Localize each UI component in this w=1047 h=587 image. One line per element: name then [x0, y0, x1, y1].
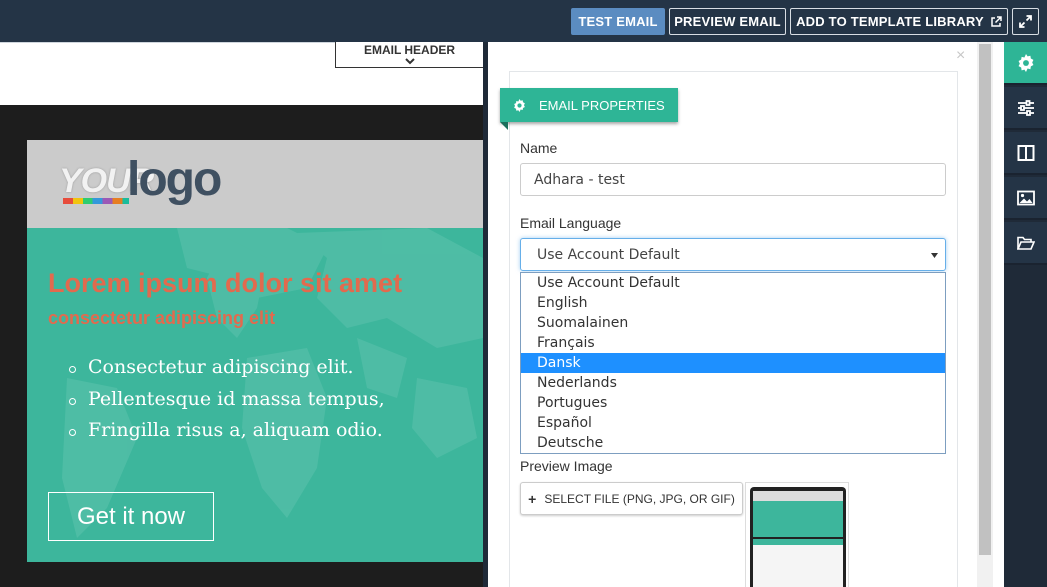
- language-option[interactable]: Deutsche: [521, 433, 945, 453]
- logo-block[interactable]: YOUR logo: [27, 140, 483, 228]
- language-option[interactable]: Portugues: [521, 393, 945, 413]
- list-item: Fringilla risus a, aliquam odio.: [67, 419, 385, 451]
- test-email-button[interactable]: TEST EMAIL: [571, 8, 665, 35]
- hero-subtitle: consectetur adipiscing elit: [48, 308, 276, 328]
- language-option[interactable]: English: [521, 293, 945, 313]
- add-to-template-library-button[interactable]: ADD TO TEMPLATE LIBRARY: [790, 8, 1008, 35]
- language-option[interactable]: Español: [521, 413, 945, 433]
- hero-title: Lorem ipsum dolor sit amet: [48, 268, 403, 298]
- preview-email-button[interactable]: PREVIEW EMAIL: [669, 8, 786, 35]
- expand-icon: [1019, 15, 1032, 28]
- language-option-highlighted[interactable]: Dansk: [521, 353, 945, 373]
- folder-open-icon: [1016, 236, 1035, 250]
- language-option[interactable]: Français: [521, 333, 945, 353]
- select-file-button[interactable]: + SELECT FILE (PNG, JPG, OR GIF): [520, 482, 743, 515]
- name-label: Name: [520, 140, 558, 156]
- panel-scrollbar[interactable]: [977, 42, 993, 587]
- email-properties-title: EMAIL PROPERTIES: [539, 97, 665, 113]
- preview-image-thumbnail[interactable]: [745, 482, 849, 587]
- email-language-value: Use Account Default: [537, 246, 680, 263]
- get-it-now-button[interactable]: Get it now: [48, 492, 214, 541]
- language-option[interactable]: Nederlands: [521, 373, 945, 393]
- adjustments-tab[interactable]: [1004, 87, 1047, 130]
- fullscreen-button[interactable]: [1012, 8, 1039, 35]
- language-option[interactable]: Suomalainen: [521, 313, 945, 333]
- tab-fold: [500, 122, 508, 130]
- logo-color-strip: [63, 198, 129, 204]
- hero-bullet-list: Consectetur adipiscing elit. Pellentesqu…: [67, 356, 385, 451]
- image-icon: [1016, 190, 1035, 205]
- plus-icon: +: [528, 490, 537, 507]
- close-icon[interactable]: ×: [956, 47, 965, 65]
- top-toolbar: TEST EMAIL PREVIEW EMAIL ADD TO TEMPLATE…: [0, 0, 1047, 42]
- list-item: Consectetur adipiscing elit.: [67, 356, 385, 388]
- email-language-select[interactable]: Use Account Default: [520, 238, 946, 271]
- settings-tab[interactable]: [1004, 42, 1047, 85]
- email-canvas[interactable]: EMAIL HEADER YOUR logo Lorem ipsum dolor…: [0, 42, 483, 587]
- email-header-tab[interactable]: EMAIL HEADER: [335, 42, 483, 68]
- right-sidebar: [1004, 42, 1047, 587]
- gear-icon: [514, 98, 525, 112]
- logo-text: logo: [127, 153, 222, 206]
- preview-image-label: Preview Image: [520, 458, 613, 474]
- preview-email-label: PREVIEW EMAIL: [674, 14, 781, 29]
- scrollbar-thumb[interactable]: [979, 44, 991, 555]
- email-header-label: EMAIL HEADER: [363, 43, 456, 57]
- files-tab[interactable]: [1004, 222, 1047, 265]
- test-email-label: TEST EMAIL: [578, 14, 658, 29]
- images-tab[interactable]: [1004, 177, 1047, 220]
- thumbnail-preview: [750, 487, 846, 587]
- caret-down-icon: [931, 253, 938, 258]
- gear-icon: [1018, 53, 1033, 72]
- chevron-down-icon: [405, 58, 415, 65]
- add-template-label: ADD TO TEMPLATE LIBRARY: [796, 14, 984, 29]
- language-option[interactable]: Use Account Default: [521, 273, 945, 293]
- email-language-label: Email Language: [520, 215, 622, 231]
- select-file-label: SELECT FILE (PNG, JPG, OR GIF): [544, 491, 735, 506]
- external-link-icon: [991, 15, 1002, 27]
- name-input[interactable]: Adhara - test: [520, 163, 946, 196]
- email-properties-tab: EMAIL PROPERTIES: [500, 88, 678, 122]
- list-item: Pellentesque id massa tempus,: [67, 388, 385, 420]
- sliders-icon: [1017, 99, 1034, 116]
- hero-block[interactable]: Lorem ipsum dolor sit amet consectetur a…: [27, 228, 483, 562]
- layout-tab[interactable]: [1004, 132, 1047, 175]
- email-properties-panel: × EMAIL PROPERTIES Name Adhara - test Em…: [488, 42, 1004, 587]
- columns-icon: [1017, 144, 1034, 161]
- language-dropdown-list[interactable]: Use Account Default English Suomalainen …: [520, 272, 946, 454]
